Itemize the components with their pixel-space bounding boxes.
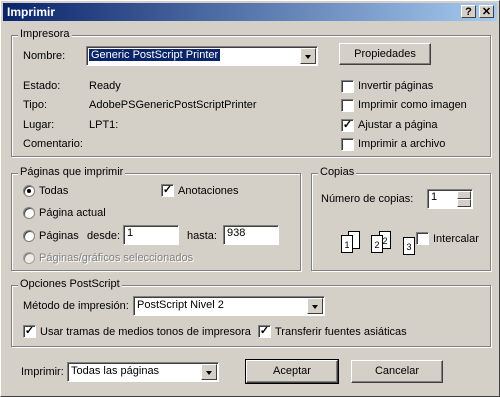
location-label: Lugar: xyxy=(23,119,55,131)
print-method-select[interactable]: PostScript Nivel 2 xyxy=(133,296,325,316)
halftone-label[interactable]: Usar tramas de medios tonos de impresora xyxy=(40,326,251,338)
type-label: Tipo: xyxy=(23,99,48,111)
print-scope-label: Imprimir: xyxy=(21,366,64,378)
print-to-file-checkbox[interactable] xyxy=(341,138,354,151)
range-current-label[interactable]: Página actual xyxy=(39,207,106,219)
range-to-label: hasta: xyxy=(187,230,217,242)
help-button[interactable]: ? xyxy=(461,5,476,18)
asian-fonts-label[interactable]: Transferir fuentes asiáticas xyxy=(275,326,407,338)
print-as-image-checkbox[interactable] xyxy=(341,99,354,112)
fit-page-checkbox[interactable]: ✓ xyxy=(341,119,354,132)
print-dialog: Imprimir ? ✕ Impresora Nombre: Generic P… xyxy=(0,0,500,397)
range-to-input[interactable]: 938 xyxy=(223,225,279,245)
spin-down-icon[interactable] xyxy=(457,199,471,207)
fit-page-label[interactable]: Ajustar a página xyxy=(358,119,438,131)
range-selected-label: Páginas/gráficos seleccionados xyxy=(39,252,194,264)
range-from-input[interactable]: 1 xyxy=(123,225,179,245)
print-to-file-label[interactable]: Imprimir a archivo xyxy=(358,138,445,150)
comment-label: Comentario: xyxy=(23,138,83,150)
print-method-label: Método de impresión: xyxy=(23,300,129,312)
range-current-radio[interactable] xyxy=(23,207,35,219)
range-pages-label[interactable]: Páginas xyxy=(39,230,79,242)
location-value: LPT1: xyxy=(89,119,119,131)
invert-pages-label[interactable]: Invertir páginas xyxy=(358,80,433,92)
window-title: Imprimir xyxy=(7,5,56,19)
collate-page-icon: 3 xyxy=(403,237,415,255)
copies-group: Copias xyxy=(311,166,491,271)
printer-name-label: Nombre: xyxy=(23,50,66,62)
collate-page-icon: 2 xyxy=(371,235,383,253)
status-value: Ready xyxy=(89,80,121,92)
invert-pages-checkbox[interactable] xyxy=(341,80,354,93)
copies-spinner[interactable] xyxy=(457,191,471,207)
printer-name-value: Generic PostScript Printer xyxy=(87,48,222,62)
postscript-group-label: Opciones PostScript xyxy=(18,278,122,290)
print-as-image-label[interactable]: Imprimir como imagen xyxy=(358,99,467,111)
print-scope-value: Todas las páginas xyxy=(71,365,160,377)
copies-group-label: Copias xyxy=(318,166,357,178)
range-pages-radio[interactable] xyxy=(23,230,35,242)
annotations-label[interactable]: Anotaciones xyxy=(178,185,239,197)
page-range-group-label: Páginas que imprimir xyxy=(18,166,126,178)
range-all-label[interactable]: Todas xyxy=(39,185,68,197)
title-bar[interactable]: Imprimir ? ✕ xyxy=(3,3,497,21)
printer-group-label: Impresora xyxy=(18,28,72,40)
spin-up-icon[interactable] xyxy=(457,191,471,199)
properties-button[interactable]: Propiedades xyxy=(339,43,431,65)
close-button[interactable]: ✕ xyxy=(479,5,494,18)
range-selected-radio xyxy=(23,252,35,264)
annotations-checkbox[interactable]: ✓ xyxy=(161,184,174,197)
ok-button[interactable]: Aceptar xyxy=(245,359,339,384)
copies-count-input[interactable]: 1 xyxy=(427,189,473,209)
collate-page-icon: 1 xyxy=(341,235,353,253)
copies-count-label: Número de copias: xyxy=(321,193,414,205)
collate-checkbox[interactable] xyxy=(416,232,429,245)
print-scope-select[interactable]: Todas las páginas xyxy=(67,362,219,382)
status-label: Estado: xyxy=(23,80,61,92)
halftone-checkbox[interactable]: ✓ xyxy=(23,325,36,338)
range-from-label: desde: xyxy=(87,230,121,242)
type-value: AdobePSGenericPostScriptPrinter xyxy=(89,99,257,111)
copies-count-value: 1 xyxy=(431,191,438,203)
range-all-radio[interactable] xyxy=(23,185,35,197)
print-method-value: PostScript Nivel 2 xyxy=(137,299,224,311)
printer-name-select[interactable]: Generic PostScript Printer xyxy=(86,46,318,66)
chevron-down-icon[interactable] xyxy=(307,298,323,314)
cancel-button[interactable]: Cancelar xyxy=(351,360,443,383)
asian-fonts-checkbox[interactable]: ✓ xyxy=(258,325,271,338)
chevron-down-icon[interactable] xyxy=(300,48,316,64)
chevron-down-icon[interactable] xyxy=(201,364,217,380)
collate-label[interactable]: Intercalar xyxy=(433,233,479,245)
